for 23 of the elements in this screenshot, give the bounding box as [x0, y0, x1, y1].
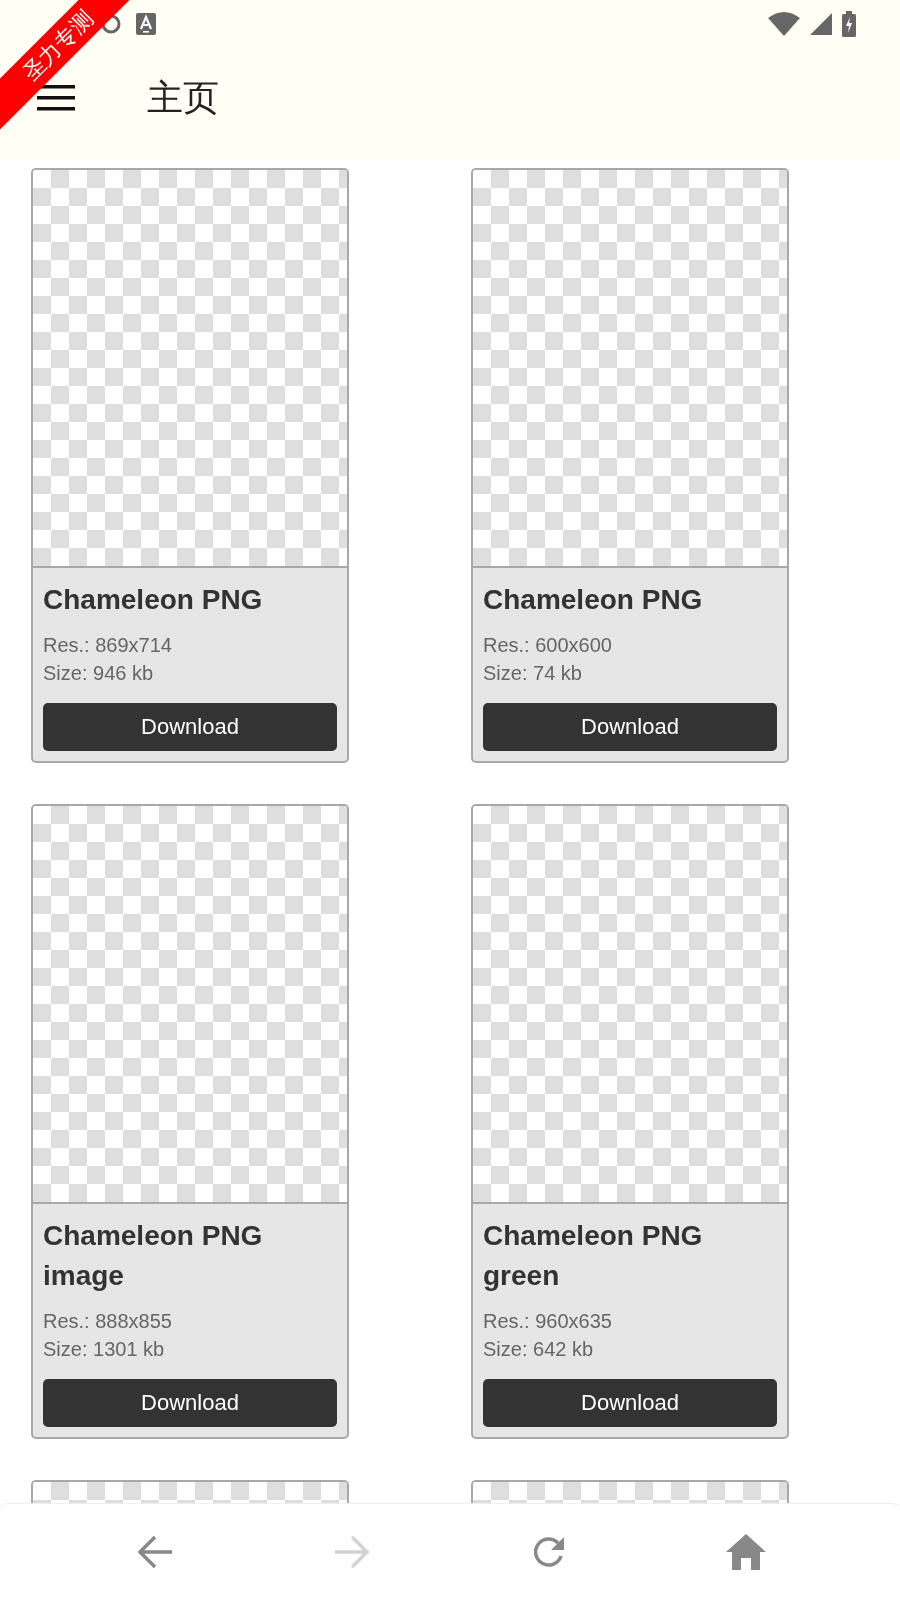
image-title: Chameleon PNG image: [43, 1218, 264, 1294]
size-text: Size: 642 kb: [483, 1336, 595, 1362]
download-button[interactable]: Download: [483, 702, 777, 751]
download-button[interactable]: Download: [483, 1378, 777, 1427]
wifi-icon: [768, 12, 800, 36]
size-text: Size: 946 kb: [43, 660, 155, 686]
size-text: Size: 1301 kb: [43, 1336, 166, 1362]
download-button[interactable]: Download: [43, 1378, 337, 1427]
letter-a-icon: [136, 13, 156, 35]
page-title: 主页: [147, 75, 219, 120]
size-text: Size: 74 kb: [483, 660, 583, 686]
resolution-text: Res.: 869x714: [43, 632, 173, 658]
resolution-text: Res.: 960x635: [483, 1308, 613, 1334]
resolution-text: Res.: 888x855: [43, 1308, 173, 1334]
signal-icon: [810, 13, 832, 35]
battery-charging-icon: [842, 11, 856, 37]
image-title: Chameleon PNG: [43, 583, 264, 617]
resolution-text: Res.: 600x600: [483, 632, 613, 658]
download-button[interactable]: Download: [43, 702, 337, 751]
circle-icon: [100, 13, 122, 35]
image-title: Chameleon PNG: [483, 583, 704, 617]
image-title: Chameleon PNG green: [483, 1218, 704, 1294]
menu-icon[interactable]: [37, 85, 75, 111]
